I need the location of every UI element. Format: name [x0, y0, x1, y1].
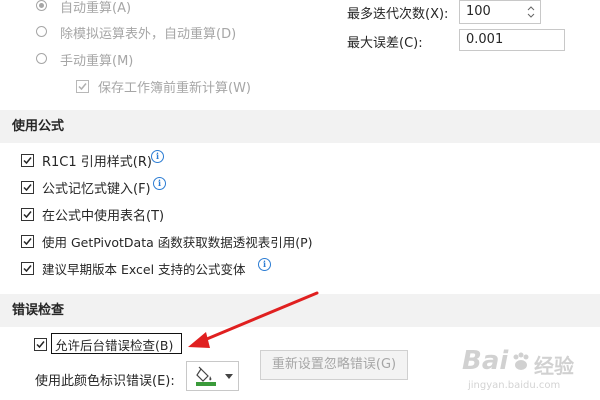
max-change-label: 最大误差(C): [347, 36, 423, 51]
checkbox-formula-variants[interactable] [21, 262, 34, 275]
paint-bucket-icon [196, 366, 216, 386]
watermark-url: jingyan.baidu.com [468, 380, 561, 391]
max-iterations-field[interactable]: 100 [459, 0, 541, 24]
check-icon [23, 211, 32, 219]
spinner-icon[interactable] [526, 4, 536, 20]
check-icon [23, 265, 32, 273]
radio-auto-calc-label: 自动重算(A) [60, 1, 132, 16]
radio-auto-calc[interactable] [36, 0, 47, 11]
check-icon [78, 83, 87, 91]
recalc-before-save-label: 保存工作簿前重新计算(W) [98, 81, 251, 96]
formula-variants-label: 建议早期版本 Excel 支持的公式变体 [42, 262, 246, 277]
section-header-formulas: 使用公式 [0, 110, 600, 143]
error-color-picker[interactable] [186, 361, 239, 391]
section-title-formulas: 使用公式 [12, 119, 65, 134]
check-icon [23, 157, 32, 165]
checkbox-r1c1[interactable] [21, 154, 34, 167]
watermark: Bai 经验 jingyan.baidu.com [462, 346, 592, 396]
check-icon [23, 238, 32, 246]
reset-ignored-errors-label: 重新设置忽略错误(G) [271, 357, 397, 372]
annotation-arrow [188, 291, 319, 348]
check-icon [23, 184, 32, 192]
check-icon [36, 341, 45, 349]
radio-manual-calc[interactable] [36, 53, 47, 64]
radio-auto-except-tables[interactable] [36, 26, 47, 37]
section-title-error-checking: 错误检查 [12, 303, 65, 318]
paw-icon [513, 352, 529, 370]
info-icon[interactable]: i [153, 177, 166, 190]
info-icon[interactable]: i [258, 258, 271, 271]
r1c1-label: R1C1 引用样式(R) [42, 155, 152, 170]
getpivotdata-label: 使用 GetPivotData 函数获取数据透视表引用(P) [42, 235, 313, 250]
checkbox-table-names[interactable] [21, 208, 34, 221]
max-change-value: 0.001 [466, 32, 504, 47]
checkbox-recalc-before-save[interactable] [76, 80, 89, 93]
error-color-label: 使用此颜色标识错误(E): [35, 374, 175, 389]
background-error-checking-label: 允许后台错误检查(B) [55, 338, 174, 353]
info-icon[interactable]: i [151, 150, 164, 163]
chevron-down-icon [225, 374, 233, 379]
watermark-brand-suffix: 经验 [534, 354, 574, 378]
max-change-field[interactable]: 0.001 [459, 29, 565, 51]
checkbox-formula-autocomplete[interactable] [21, 181, 34, 194]
formula-autocomplete-label: 公式记忆式键入(F) [42, 182, 151, 197]
max-iterations-label: 最多迭代次数(X): [347, 7, 449, 22]
table-names-label: 在公式中使用表名(T) [42, 209, 165, 224]
radio-auto-except-tables-label: 除模拟运算表外，自动重算(D) [60, 27, 237, 42]
radio-manual-calc-label: 手动重算(M) [60, 54, 134, 69]
max-iterations-value: 100 [466, 4, 491, 19]
checkbox-background-error-checking[interactable] [34, 338, 47, 351]
watermark-brand: Bai [462, 346, 509, 376]
checkbox-getpivotdata[interactable] [21, 235, 34, 248]
